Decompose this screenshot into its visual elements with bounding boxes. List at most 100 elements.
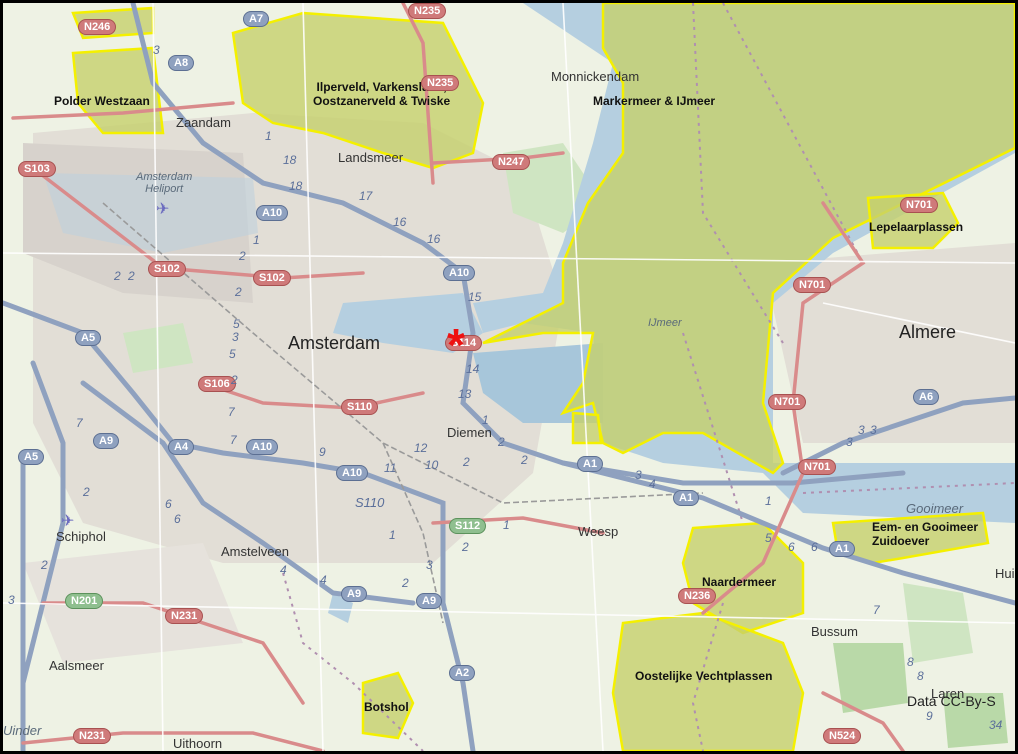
shield-a8: A8 bbox=[168, 55, 195, 71]
place-heliport: Amsterdam Heliport bbox=[136, 171, 193, 195]
shield-a4: A4 bbox=[168, 439, 195, 455]
shield-a5-s: A5 bbox=[18, 449, 45, 465]
exit-number: 3 bbox=[232, 330, 239, 344]
water-ijmeer: IJmeer bbox=[648, 317, 682, 329]
exit-number: 3 bbox=[8, 593, 15, 607]
place-bussum: Bussum bbox=[811, 624, 858, 639]
exit-number: 7 bbox=[873, 603, 880, 617]
place-amstelveen: Amstelveen bbox=[221, 544, 289, 559]
place-amsterdam: Amsterdam bbox=[288, 333, 381, 353]
area-lepelaarplassen: Lepelaarplassen bbox=[869, 220, 964, 234]
exit-number: 10 bbox=[425, 458, 439, 472]
exit-number: 2 bbox=[239, 249, 246, 263]
shield-n246: N246 bbox=[78, 19, 117, 35]
shield-s110: S110 bbox=[341, 399, 379, 415]
area-markermeer: Markermeer & IJmeer bbox=[593, 94, 716, 108]
exit-number: 9 bbox=[319, 445, 326, 459]
exit-number: 8 bbox=[907, 655, 914, 669]
shield-n701-d: N701 bbox=[798, 459, 837, 475]
exit-number: 4 bbox=[320, 573, 327, 587]
shield-a10-se: A10 bbox=[336, 465, 369, 481]
exit-number: 14 bbox=[466, 362, 480, 376]
exit-number: 7 bbox=[228, 405, 235, 419]
shield-a1-e: A1 bbox=[673, 490, 700, 506]
map-view[interactable]: Zaandam Landsmeer Monnickendam Amsterdam… bbox=[0, 0, 1018, 754]
exit-number: 6 bbox=[788, 540, 795, 554]
exit-number: 1 bbox=[503, 518, 510, 532]
exit-number: 17 bbox=[359, 189, 373, 203]
exit-number: 7 bbox=[230, 433, 237, 447]
exit-number: 2 bbox=[498, 435, 505, 449]
shield-a9-s: A9 bbox=[341, 586, 368, 602]
exit-number: 9 bbox=[926, 709, 933, 723]
shield-a10-e: A10 bbox=[443, 265, 476, 281]
exit-number: 12 bbox=[414, 441, 428, 455]
shield-s103: S103 bbox=[18, 161, 56, 177]
exit-number: 4 bbox=[649, 477, 656, 491]
shield-n231-b: N231 bbox=[73, 728, 112, 744]
shield-n524: N524 bbox=[823, 728, 862, 744]
exit-number: 11 bbox=[384, 461, 397, 475]
exit-number: 1 bbox=[765, 494, 772, 508]
shield-n231-a: N231 bbox=[165, 608, 204, 624]
shield-a10-n: A10 bbox=[256, 205, 289, 221]
shield-n235-top: N235 bbox=[408, 3, 447, 19]
exit-number: 3 bbox=[846, 435, 853, 449]
exit-number: 2 bbox=[83, 485, 90, 499]
exit-number: 5 bbox=[233, 317, 240, 331]
exit-number: 2 bbox=[231, 373, 238, 387]
exit-number: 6 bbox=[165, 497, 172, 511]
exit-number: 3 bbox=[426, 558, 433, 572]
shield-a7: A7 bbox=[243, 11, 270, 27]
exit-number: 4 bbox=[280, 563, 287, 577]
road-label-s110: S110 bbox=[355, 495, 385, 510]
exit-number: 6 bbox=[174, 512, 181, 526]
shield-n247: N247 bbox=[492, 154, 531, 170]
area-polder-westzaan: Polder Westzaan bbox=[54, 94, 150, 108]
exit-number: 1 bbox=[253, 233, 260, 247]
exit-number: 6 bbox=[811, 540, 818, 554]
exit-number: 13 bbox=[458, 387, 472, 401]
exit-number: 3 bbox=[635, 468, 642, 482]
shield-s102-a: S102 bbox=[148, 261, 186, 277]
exit-number: 15 bbox=[468, 290, 482, 304]
exit-number: 8 bbox=[917, 669, 924, 683]
shield-a9-n: A9 bbox=[93, 433, 120, 449]
place-zaandam: Zaandam bbox=[176, 115, 231, 130]
exit-number: 1 bbox=[265, 129, 272, 143]
area-botshol: Botshol bbox=[364, 700, 409, 714]
exit-number: 2 bbox=[463, 455, 470, 469]
exit-number: 18 bbox=[283, 153, 297, 167]
exit-number: 2 bbox=[128, 269, 135, 283]
exit-number: 16 bbox=[393, 215, 407, 229]
map-base bbox=[3, 3, 1015, 751]
exit-number: 1 bbox=[389, 528, 396, 542]
shield-a9-s2: A9 bbox=[416, 593, 443, 609]
place-almere: Almere bbox=[899, 322, 957, 342]
shield-n701-b: N701 bbox=[793, 277, 832, 293]
exit-number: 18 bbox=[289, 179, 303, 193]
exit-number: 3 bbox=[858, 423, 865, 437]
heliport-icon: ✈ bbox=[156, 201, 170, 218]
place-weesp: Weesp bbox=[578, 524, 619, 539]
shield-a5-n: A5 bbox=[75, 330, 102, 346]
exit-number: 2 bbox=[235, 285, 242, 299]
area-naardermeer: Naardermeer bbox=[702, 575, 777, 589]
area-oostelijke-vechtplassen: Oostelijke Vechtplassen bbox=[635, 669, 773, 683]
exit-number: 1 bbox=[482, 413, 489, 427]
shield-a1-w: A1 bbox=[577, 456, 604, 472]
shield-a10-s: A10 bbox=[246, 439, 279, 455]
place-landsmeer: Landsmeer bbox=[338, 150, 404, 165]
shield-n235: N235 bbox=[421, 75, 460, 91]
exit-number: 2 bbox=[521, 453, 528, 467]
exit-number: 2 bbox=[402, 576, 409, 590]
water-gooimeer: Gooimeer bbox=[906, 501, 964, 516]
place-schiphol: Schiphol bbox=[56, 529, 106, 544]
shield-n701-c: N701 bbox=[768, 394, 807, 410]
location-marker-icon[interactable]: * bbox=[447, 322, 465, 368]
airport-icon: ✈ bbox=[61, 513, 75, 530]
shield-n701-a: N701 bbox=[900, 197, 939, 213]
exit-number: 5 bbox=[229, 347, 236, 361]
exit-number: 2 bbox=[462, 540, 469, 554]
map-attribution: Data CC-By-S bbox=[907, 693, 996, 709]
